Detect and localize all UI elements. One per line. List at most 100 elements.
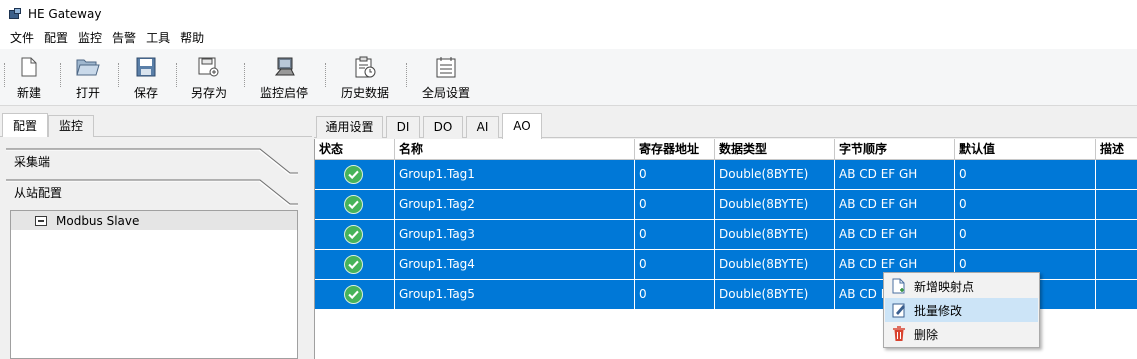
tab-config[interactable]: 配置 [2,113,49,138]
window-title: HE Gateway [28,6,102,21]
description-cell [1096,250,1137,279]
type-cell: Double(8BYTE) [715,220,835,249]
right-tab-strip: 通用设置 DI DO AI AO [314,113,1137,139]
history-label: 历史数据 [341,86,390,100]
byte-order-cell: AB CD EF GH [835,190,955,219]
address-cell: 0 [635,220,715,249]
column-header-address[interactable]: 寄存器地址 [635,139,715,160]
column-header-name[interactable]: 名称 [395,139,635,160]
toolbar-separator [118,63,120,87]
byte-order-cell: AB CD EF GH [835,220,955,249]
default-cell: 0 [955,190,1096,219]
status-ok-icon [344,195,363,214]
title-bar: HE Gateway [0,0,1137,27]
menu-item-batch-edit[interactable]: 批量修改 [885,298,1038,322]
toolbar-separator [60,63,62,87]
tab-ai[interactable]: AI [466,116,499,138]
toolbar-separator [325,63,327,87]
menu-alarm[interactable]: 告警 [107,27,141,49]
menu-config[interactable]: 配置 [39,27,73,49]
description-cell [1096,190,1137,219]
menu-item-add-mapping[interactable]: 新增映射点 [885,274,1038,298]
address-cell: 0 [635,160,715,189]
column-header-default[interactable]: 默认值 [955,139,1096,160]
toolbar-separator [176,63,178,87]
folder-open-icon [76,53,100,81]
left-tab-strip: 配置 监控 [0,113,312,138]
menu-tools[interactable]: 工具 [141,27,175,49]
column-header-type[interactable]: 数据类型 [715,139,835,160]
toolbar-grip [4,63,6,87]
status-cell [315,250,395,279]
section-slave-config[interactable]: 从站配置 [6,178,298,208]
status-cell [315,280,395,309]
modbus-device-icon [35,215,47,226]
menu-item-label: 新增映射点 [914,279,975,294]
status-ok-icon [344,255,363,274]
grid-header: 状态 名称 寄存器地址 数据类型 字节顺序 默认值 描述 [315,139,1137,160]
menu-item-label: 删除 [914,327,939,342]
tab-do[interactable]: DO [423,116,463,138]
save-as-label: 另存为 [191,86,228,100]
new-label: 新建 [17,86,42,100]
save-as-icon [197,53,221,81]
open-button[interactable]: 打开 [76,53,100,103]
table-row[interactable]: Group1.Tag2 0 Double(8BYTE) AB CD EF GH … [315,190,1137,220]
status-cell [315,190,395,219]
save-button[interactable]: 保存 [134,53,158,103]
tab-general[interactable]: 通用设置 [316,116,383,138]
type-cell: Double(8BYTE) [715,280,835,309]
monitor-toggle-button[interactable]: 监控启停 [260,53,308,103]
new-button[interactable]: 新建 [17,53,41,103]
name-cell: Group1.Tag4 [395,250,635,279]
history-button[interactable]: 历史数据 [341,53,389,103]
menu-monitor[interactable]: 监控 [73,27,107,49]
name-cell: Group1.Tag2 [395,190,635,219]
default-cell: 0 [955,220,1096,249]
menu-file[interactable]: 文件 [5,27,39,49]
global-settings-label: 全局设置 [422,86,471,100]
table-row[interactable]: Group1.Tag1 0 Double(8BYTE) AB CD EF GH … [315,160,1137,190]
context-menu: 新增映射点 批量修改 删除 [883,272,1040,348]
status-cell [315,220,395,249]
slave-tree: Modbus Slave [10,210,298,359]
table-row[interactable]: Group1.Tag3 0 Double(8BYTE) AB CD EF GH … [315,220,1137,250]
column-header-status[interactable]: 状态 [315,139,395,160]
floppy-disk-icon [134,53,158,81]
toolbar-separator [406,63,408,87]
menu-help[interactable]: 帮助 [175,27,209,49]
type-cell: Double(8BYTE) [715,160,835,189]
monitor-toggle-label: 监控启停 [260,86,309,100]
left-panel: 采集端 从站配置 Modbus Slave [0,137,312,359]
app-icon [8,7,22,21]
toolbar-separator [244,63,246,87]
menu-item-delete[interactable]: 删除 [885,322,1038,346]
tab-di[interactable]: DI [386,116,420,138]
byte-order-cell: AB CD EF GH [835,160,955,189]
name-cell: Group1.Tag3 [395,220,635,249]
type-cell: Double(8BYTE) [715,250,835,279]
history-clipboard-icon [353,53,377,81]
column-header-description[interactable]: 描述 [1096,139,1137,160]
type-cell: Double(8BYTE) [715,190,835,219]
status-cell [315,160,395,189]
status-ok-icon [344,285,363,304]
new-file-icon [17,53,41,81]
save-label: 保存 [134,86,159,100]
tree-item-modbus-slave[interactable]: Modbus Slave [11,211,297,230]
column-header-byte-order[interactable]: 字节顺序 [835,139,955,160]
menu-bar: 文件 配置 监控 告警 工具 帮助 [0,27,1137,49]
tab-ao[interactable]: AO [502,113,542,139]
section-collector[interactable]: 采集端 [6,147,298,177]
calendar-settings-icon [434,53,458,81]
default-cell: 0 [955,160,1096,189]
address-cell: 0 [635,280,715,309]
name-cell: Group1.Tag5 [395,280,635,309]
description-cell [1096,280,1137,309]
toolbar: 新建 打开 保存 另存为 监控启停 历史数据 全局设置 [0,49,1137,106]
status-ok-icon [344,225,363,244]
tab-monitor[interactable]: 监控 [48,115,95,137]
save-as-button[interactable]: 另存为 [191,53,227,103]
global-settings-button[interactable]: 全局设置 [422,53,470,103]
tree-item-label: Modbus Slave [56,213,140,228]
